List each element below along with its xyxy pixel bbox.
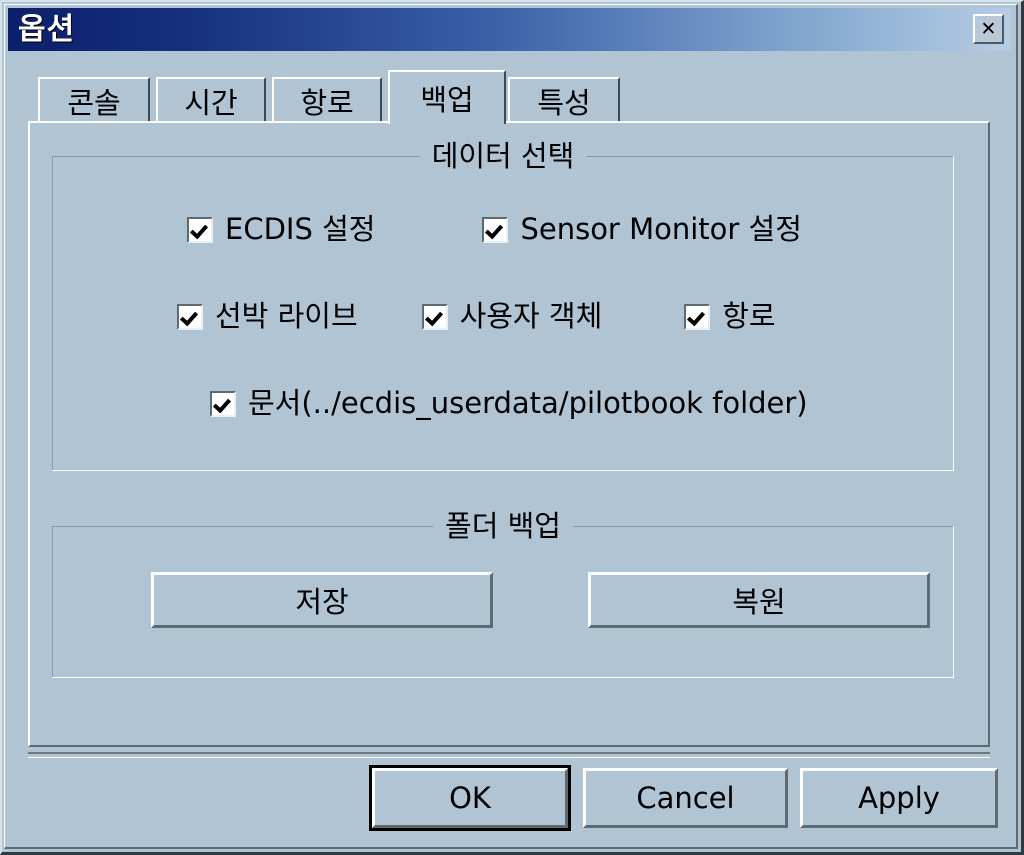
checkbox-ecdis-settings[interactable]: ECDIS 설정 [187, 215, 375, 244]
restore-button[interactable]: 복원 [588, 572, 930, 628]
checkbox-ship-live[interactable]: 선박 라이브 [177, 302, 358, 331]
tab-properties[interactable]: 특성 [508, 77, 620, 122]
bottom-divider [28, 752, 990, 758]
tab-backup[interactable]: 백업 [388, 70, 506, 124]
tab-panel-backup: 데이터 선택 ECDIS 설정 Sensor Monitor 설정 선박 라이브 [28, 121, 990, 747]
tab-route[interactable]: 항로 [272, 77, 382, 122]
tab-time[interactable]: 시간 [156, 77, 266, 122]
checkbox-box[interactable] [210, 390, 236, 417]
options-dialog-window: 옵션 ✕ 콘솔 시간 항로 백업 특성 데이터 선택 ECDIS 설정 Sens… [0, 0, 1024, 855]
title-bar: 옵션 ✕ [8, 8, 1011, 51]
data-selection-group: 데이터 선택 ECDIS 설정 Sensor Monitor 설정 선박 라이브 [52, 137, 954, 471]
checkbox-label: 문서(../ecdis_userdata/pilotbook folder) [248, 386, 808, 420]
checkbox-box[interactable] [177, 303, 203, 330]
folder-backup-group-title: 폴더 백업 [433, 507, 573, 545]
checkbox-row-2: 선박 라이브 사용자 객체 항로 [177, 302, 776, 331]
checkbox-documents[interactable]: 문서(../ecdis_userdata/pilotbook folder) [210, 389, 808, 418]
close-icon[interactable]: ✕ [973, 14, 1004, 44]
save-button[interactable]: 저장 [151, 572, 493, 628]
checkbox-box[interactable] [187, 216, 213, 243]
checkbox-label: Sensor Monitor 설정 [520, 212, 802, 246]
checkbox-row-1: ECDIS 설정 Sensor Monitor 설정 [187, 215, 802, 244]
checkbox-box[interactable] [421, 303, 448, 330]
checkbox-user-object[interactable]: 사용자 객체 [421, 299, 603, 333]
tab-strip: 콘솔 시간 항로 백업 특성 [38, 70, 988, 124]
data-selection-group-title: 데이터 선택 [419, 137, 587, 175]
checkbox-label: ECDIS 설정 [225, 212, 376, 246]
checkbox-label: 선박 라이브 [215, 299, 358, 333]
apply-button[interactable]: Apply [800, 768, 998, 828]
checkbox-row-3: 문서(../ecdis_userdata/pilotbook folder) [210, 389, 808, 418]
ok-button[interactable]: OK [369, 765, 571, 831]
checkbox-sensor-monitor-settings[interactable]: Sensor Monitor 설정 [482, 212, 802, 246]
checkbox-box[interactable] [482, 216, 509, 243]
checkbox-box[interactable] [684, 303, 711, 330]
folder-backup-group: 폴더 백업 저장 복원 [52, 507, 954, 678]
close-glyph: ✕ [980, 17, 997, 40]
checkbox-label: 항로 [722, 299, 776, 333]
tab-console[interactable]: 콘솔 [38, 77, 150, 122]
cancel-button[interactable]: Cancel [583, 768, 788, 828]
checkbox-label: 사용자 객체 [459, 299, 603, 333]
window-title: 옵션 [18, 11, 76, 47]
checkbox-route[interactable]: 항로 [684, 299, 776, 333]
